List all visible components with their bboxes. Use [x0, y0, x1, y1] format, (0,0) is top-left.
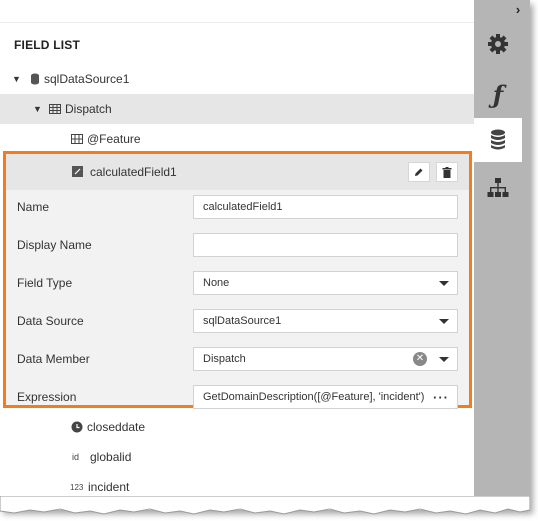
number-icon: 123	[70, 482, 84, 492]
collapse-triangle-icon[interactable]: ▼	[12, 74, 24, 84]
field-label: incident	[88, 480, 130, 494]
editor-header[interactable]: calculatedField1	[6, 154, 469, 190]
tree-node-field[interactable]: closeddate	[0, 412, 474, 442]
calculated-field-icon	[72, 166, 83, 177]
field-type-label: Field Type	[17, 276, 73, 290]
trash-icon	[442, 166, 452, 178]
data-member-value: Dispatch	[203, 353, 246, 365]
data-source-select[interactable]: sqlDataSource1	[193, 309, 458, 333]
name-input[interactable]: calculatedField1	[193, 195, 458, 219]
field-list-panel: FIELD LIST ▼ sqlDataSource1 ▼ Dispatch @…	[0, 0, 530, 510]
selected-field-label: calculatedField1	[90, 165, 177, 179]
prop-display-name: Display Name	[6, 226, 469, 264]
expression-input[interactable]: GetDomainDescription([@Feature], 'incide…	[193, 385, 458, 409]
table-label: Dispatch	[65, 102, 112, 116]
dropdown-caret-icon[interactable]	[439, 357, 449, 362]
table-icon	[71, 134, 83, 144]
field-label: globalid	[90, 450, 132, 464]
tab-field-list[interactable]	[474, 118, 522, 162]
expression-label: Expression	[17, 390, 77, 404]
right-sidebar: › ƒ	[474, 0, 530, 510]
tab-settings[interactable]	[474, 22, 522, 66]
tab-functions[interactable]: ƒ	[474, 72, 522, 116]
gear-icon	[488, 34, 508, 54]
tab-report-explorer[interactable]	[474, 166, 522, 210]
table-icon	[49, 104, 61, 114]
tree-node-field[interactable]: @Feature	[0, 124, 474, 154]
expression-value: GetDomainDescription([@Feature], 'incide…	[203, 391, 425, 403]
panel-title: FIELD LIST	[14, 38, 80, 52]
prop-expression: Expression GetDomainDescription([@Featur…	[6, 378, 469, 416]
dropdown-caret-icon[interactable]	[439, 319, 449, 324]
prop-name: Name calculatedField1	[6, 188, 469, 226]
datasource-label: sqlDataSource1	[44, 72, 130, 86]
clock-icon	[71, 421, 83, 433]
expression-editor-button[interactable]: ···	[433, 390, 449, 405]
clear-icon[interactable]: ✕	[413, 352, 427, 366]
field-label: closeddate	[87, 420, 146, 434]
field-type-value: None	[203, 277, 230, 289]
delete-button[interactable]	[436, 162, 458, 182]
data-member-label: Data Member	[17, 352, 90, 366]
prop-data-source: Data Source sqlDataSource1	[6, 302, 469, 340]
tree-node-field[interactable]: id globalid	[0, 442, 474, 472]
tree-node-table[interactable]: ▼ Dispatch	[0, 94, 474, 124]
prop-data-member: Data Member Dispatch ✕	[6, 340, 469, 378]
top-strip	[0, 0, 474, 23]
dropdown-caret-icon[interactable]	[439, 281, 449, 286]
function-icon: ƒ	[492, 79, 504, 109]
data-source-label: Data Source	[17, 314, 84, 328]
database-icon	[491, 129, 505, 150]
name-label: Name	[17, 200, 50, 214]
pencil-icon	[415, 168, 423, 176]
edit-button[interactable]	[408, 162, 430, 182]
display-name-label: Display Name	[17, 238, 92, 252]
data-member-select[interactable]: Dispatch ✕	[193, 347, 458, 371]
field-type-select[interactable]: None	[193, 271, 458, 295]
calculated-field-editor: calculatedField1 Name calculatedField1 D…	[3, 151, 472, 409]
data-source-value: sqlDataSource1	[203, 315, 282, 327]
tree-node-datasource[interactable]: ▼ sqlDataSource1	[0, 64, 474, 94]
prop-field-type: Field Type None	[6, 264, 469, 302]
display-name-input[interactable]	[193, 233, 458, 257]
field-label: @Feature	[87, 132, 141, 146]
torn-edge	[0, 496, 530, 515]
collapse-icon[interactable]: ›	[512, 3, 524, 16]
hierarchy-icon	[487, 178, 509, 197]
collapse-triangle-icon[interactable]: ▼	[33, 104, 45, 114]
id-icon: id	[72, 452, 80, 462]
datasource-icon	[31, 73, 39, 85]
